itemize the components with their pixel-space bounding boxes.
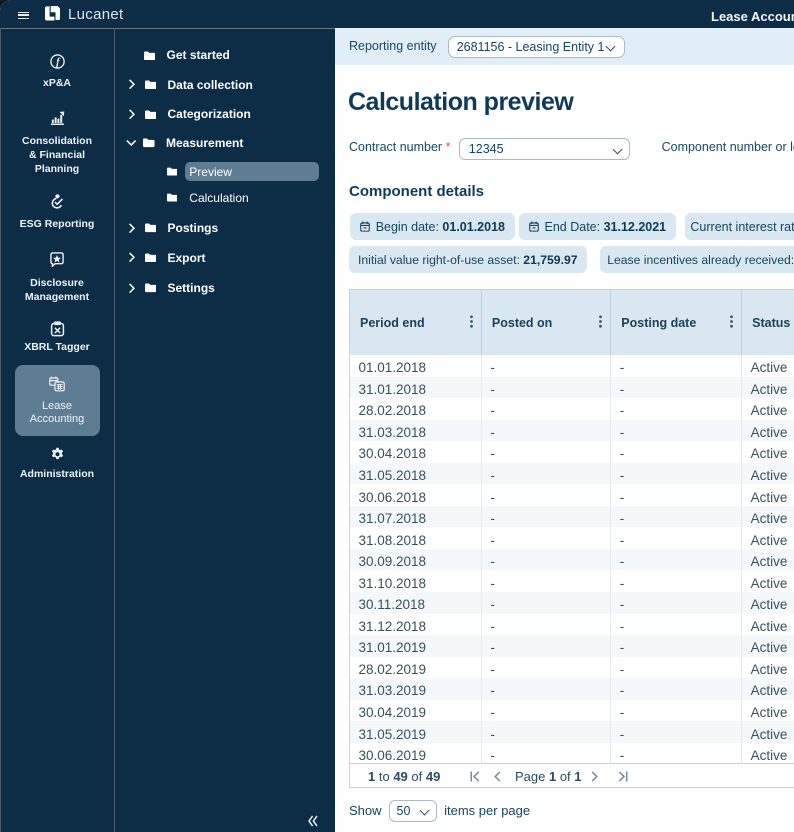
svg-text:f: f	[56, 57, 61, 68]
